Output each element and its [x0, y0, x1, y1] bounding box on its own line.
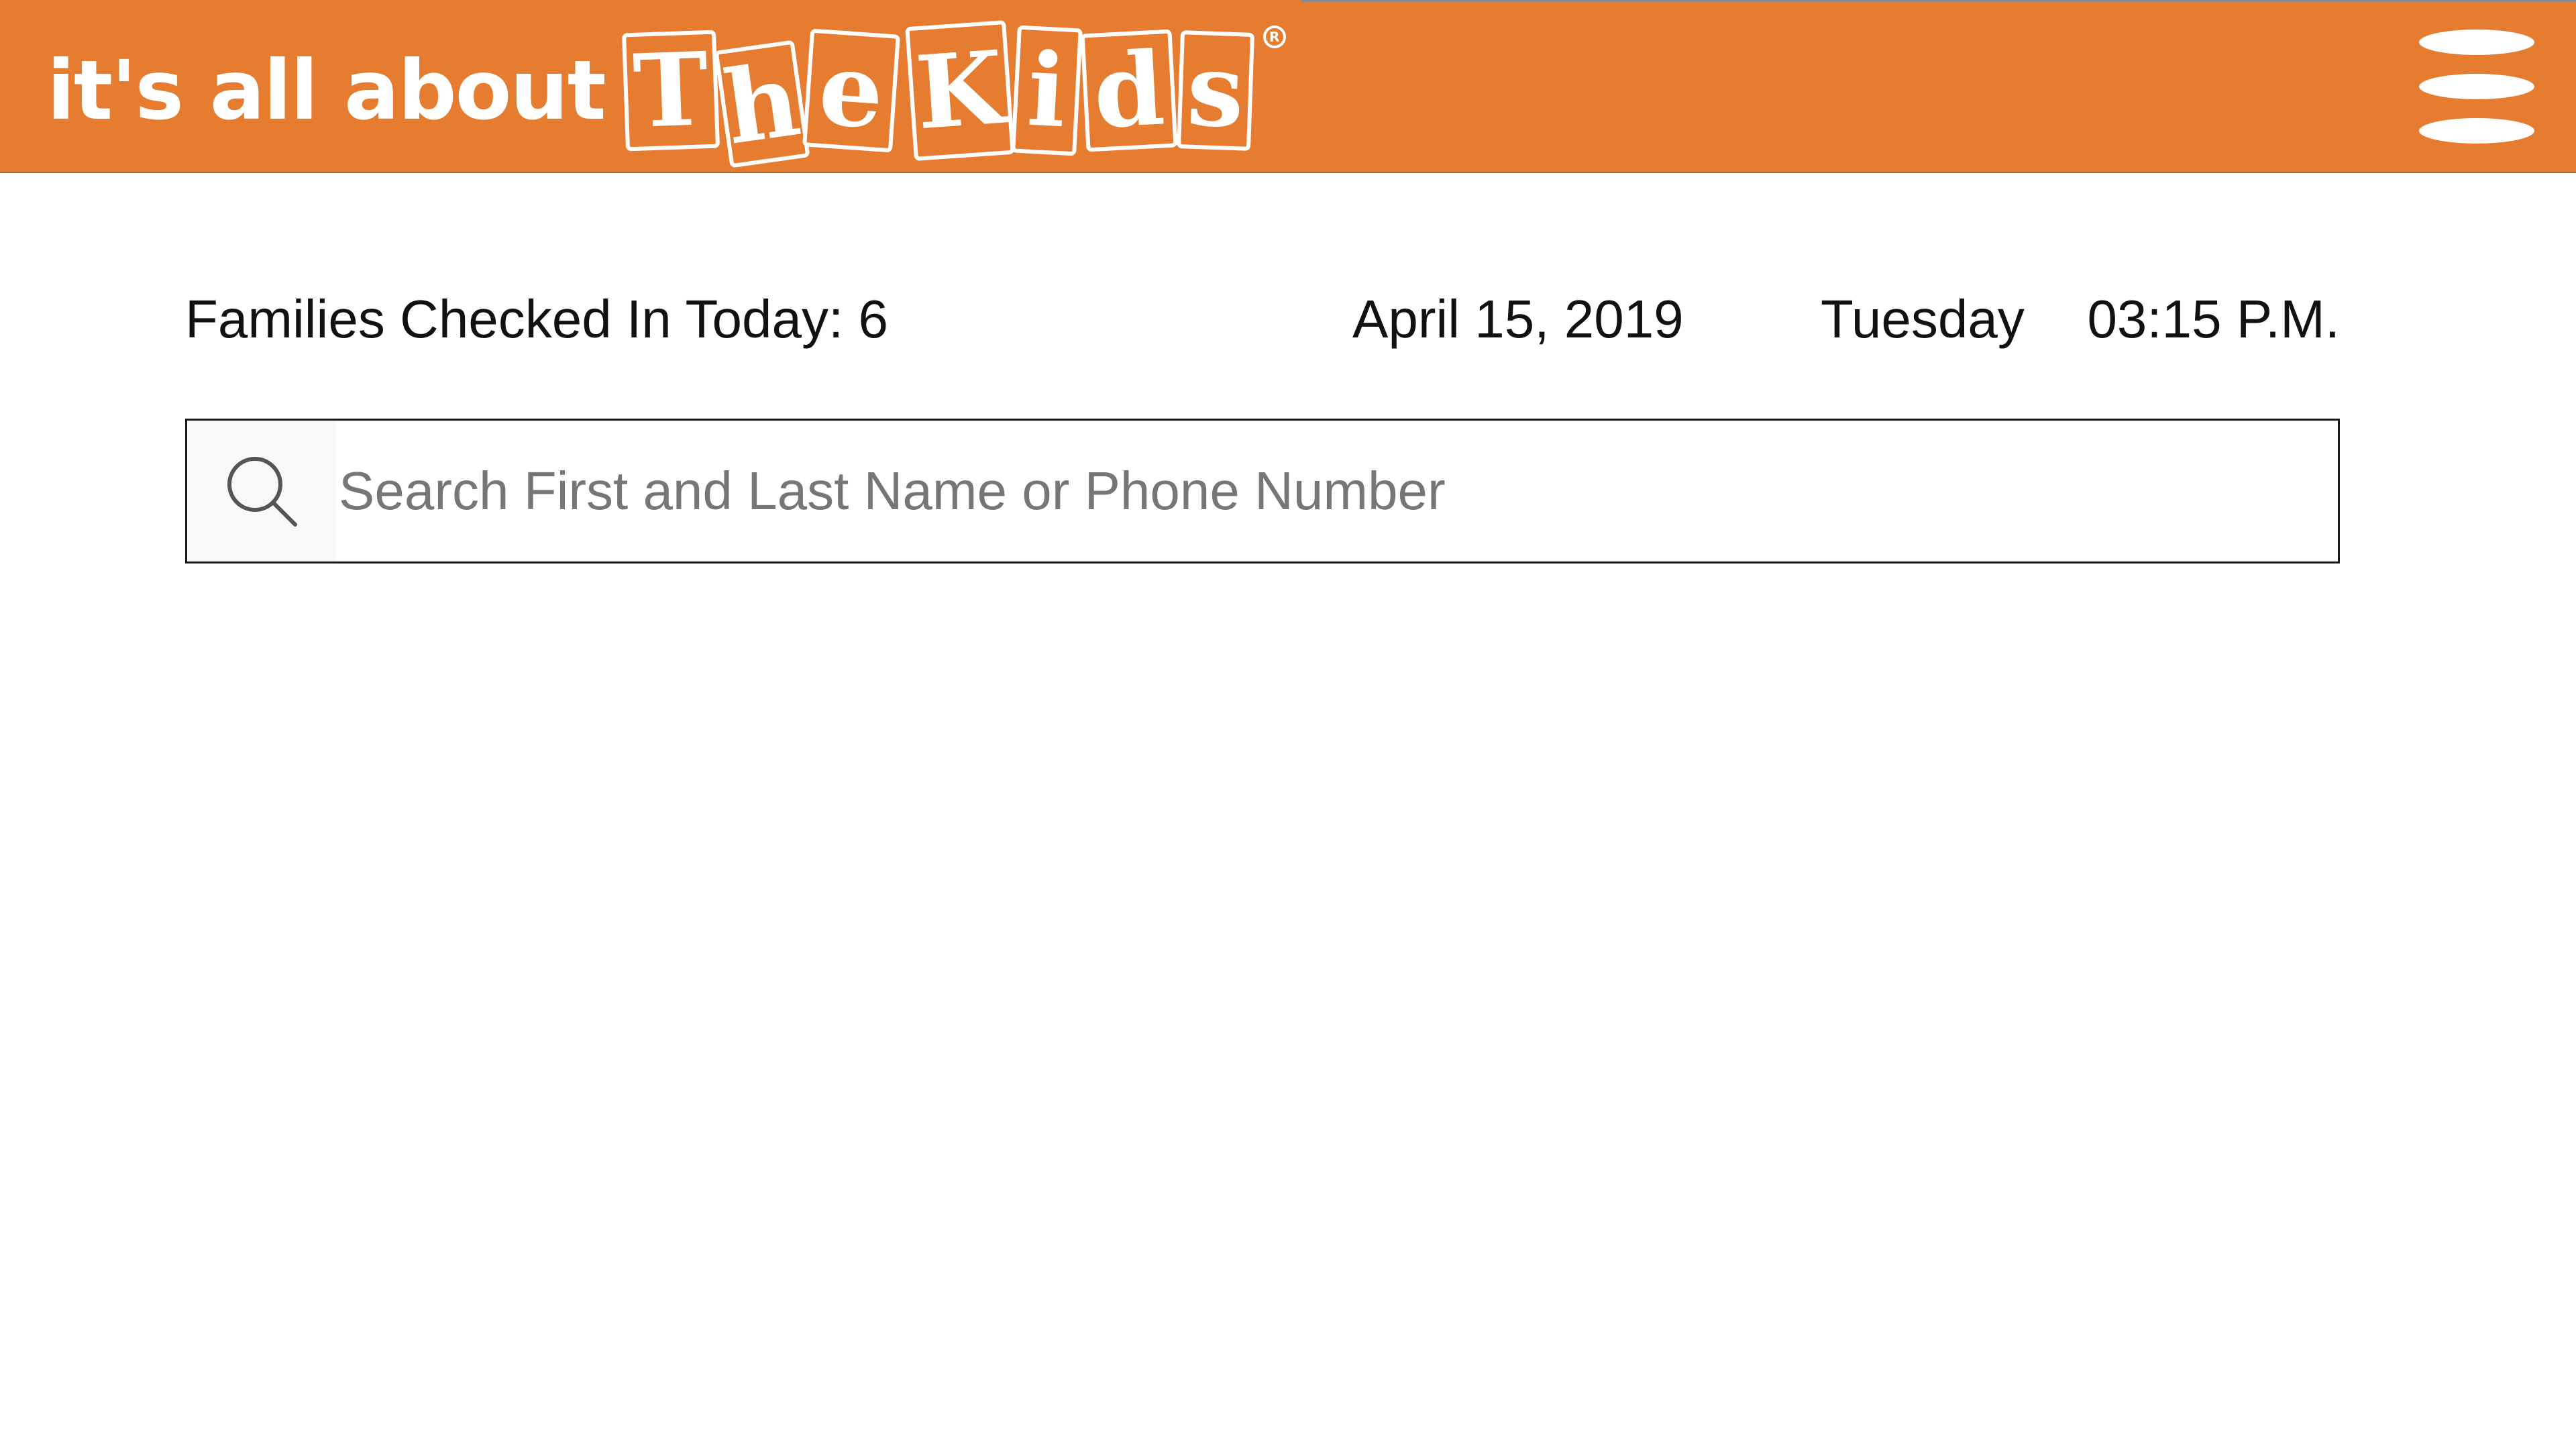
menu-bar: [2419, 74, 2534, 99]
brand-tile: e: [802, 28, 900, 153]
brand-tiles: T h e K i d s R: [621, 20, 1286, 168]
menu-bar: [2419, 30, 2534, 55]
brand-tile: h: [714, 40, 810, 168]
brand-logo: it's all about T h e K i d s R: [47, 20, 1286, 168]
status-row: Families Checked In Today: 6 April 15, 2…: [185, 288, 2340, 356]
current-day: Tuesday: [1821, 289, 2025, 349]
brand-tile: K: [904, 20, 1015, 161]
search-icon[interactable]: [187, 421, 336, 561]
brand-tile: s: [1176, 30, 1254, 151]
menu-bar: [2419, 118, 2534, 144]
search-input[interactable]: [336, 421, 2338, 561]
brand-prefix: it's all about: [47, 43, 606, 138]
registered-mark: R: [1263, 25, 1286, 48]
current-time: 03:15 P.M.: [2087, 289, 2340, 349]
hamburger-menu-icon[interactable]: [2419, 30, 2534, 144]
brand-tile: T: [621, 30, 720, 152]
brand-tile: d: [1080, 29, 1178, 152]
current-date: April 15, 2019: [1352, 289, 1684, 349]
brand-tile: i: [1010, 25, 1083, 156]
search-box[interactable]: [185, 419, 2340, 564]
families-checked-in-count: Families Checked In Today: 6: [185, 289, 888, 349]
app-header: it's all about T h e K i d s R: [0, 0, 2576, 173]
